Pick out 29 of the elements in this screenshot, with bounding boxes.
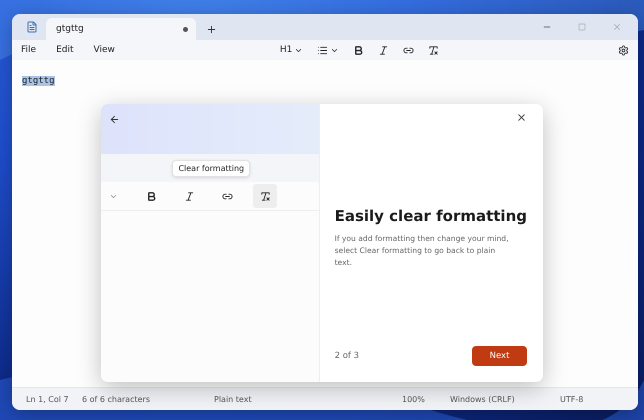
next-button[interactable]: Next	[472, 346, 527, 366]
status-item: Plain text	[214, 394, 253, 404]
menu-item[interactable]: View	[94, 45, 115, 55]
document-tab[interactable]: gtgttg	[46, 18, 196, 40]
clear-formatting-icon	[260, 190, 270, 202]
list-icon[interactable]	[317, 44, 328, 56]
close-icon[interactable]	[516, 112, 527, 123]
menu-item[interactable]: File	[21, 45, 36, 55]
status-item: 100%	[402, 394, 426, 404]
dialog-title: Easily clear formatting	[334, 207, 527, 225]
status-item: Ln 1, Col 7	[26, 394, 70, 404]
menu-item[interactable]: Edit	[56, 45, 74, 55]
heading-dropdown[interactable]: H1	[280, 45, 292, 55]
back-arrow-icon[interactable]	[109, 114, 120, 125]
step-counter: 2 of 3	[334, 351, 359, 361]
status-item: 6 of 6 characters	[82, 394, 151, 404]
italic-icon	[184, 190, 194, 202]
new-tab-icon[interactable]	[206, 24, 217, 34]
italic-icon[interactable]	[378, 44, 390, 56]
tab-title: gtgttg	[56, 24, 84, 34]
status-item: UTF-8	[560, 394, 584, 404]
document-text: gtgttg	[22, 76, 55, 86]
settings-icon[interactable]	[618, 44, 629, 56]
bold-icon	[146, 190, 156, 202]
clear-formatting-icon[interactable]	[428, 44, 440, 56]
document-icon	[26, 21, 38, 33]
tooltip: Clear formatting	[172, 160, 250, 176]
bold-icon[interactable]	[353, 44, 364, 56]
status-item: Windows (CRLF)	[450, 394, 516, 404]
